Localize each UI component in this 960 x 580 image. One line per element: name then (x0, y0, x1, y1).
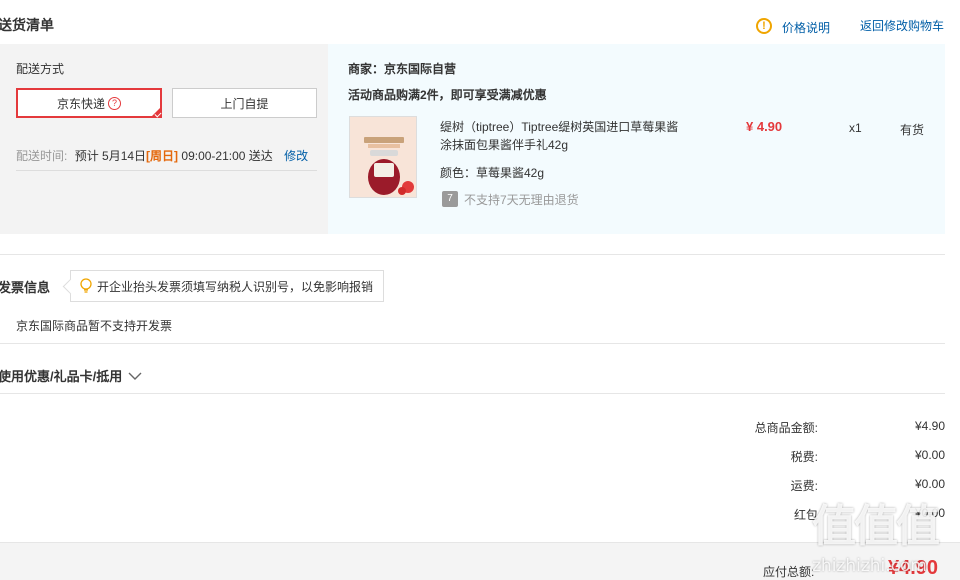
coupon-title: 使用优惠/礼品卡/抵用 (0, 369, 123, 384)
warning-icon: ! (756, 18, 772, 34)
merchant-name: 商家：京东国际自营 (348, 62, 457, 76)
delivery-weekday: [周日] (146, 149, 179, 163)
shipping-option-self-pickup[interactable]: 上门自提 (172, 88, 317, 118)
delivery-time-row: 配送时间: 预计 5月14日[周日] 09:00-21:00 送达 修改 (16, 147, 308, 164)
lightbulb-icon (80, 278, 92, 293)
product-color: 颜色：草莓果酱42g (440, 166, 545, 180)
promo-text: 活动商品购满2件，即可享受满减优惠 (348, 88, 547, 102)
summary-label: 红包 (793, 508, 818, 522)
order-panel: 商家：京东国际自营 活动商品购满2件，即可享受满减优惠 缇树（tiptree）T… (328, 44, 945, 234)
invoice-tip: 开企业抬头发票须填写纳税人识别号，以免影响报销 (70, 270, 385, 302)
invoice-note: 京东国际商品暂不支持开发票 (16, 319, 173, 333)
shipping-panel: 配送方式 京东快递 ? 上门自提 配送时间: 预计 5月14日[周日] 09:0… (0, 44, 328, 234)
product-quantity: x1 (849, 121, 862, 135)
product-price: ¥ 4.90 (746, 119, 783, 134)
coupon-toggle[interactable]: 使用优惠/礼品卡/抵用 (0, 366, 142, 385)
watermark-url: zhizhizhi.com (812, 556, 927, 576)
delivery-time-label: 配送时间: (16, 149, 68, 163)
shipping-option-label: 上门自提 (220, 96, 269, 111)
stock-status: 有货 (900, 123, 925, 137)
product-thumbnail[interactable] (349, 116, 417, 198)
invoice-title: 发票信息 (0, 280, 51, 295)
watermark-logo: 值值值 (812, 501, 940, 552)
edit-delivery-time-link[interactable]: 修改 (284, 149, 308, 163)
shipping-method-label: 配送方式 (16, 62, 65, 76)
help-icon[interactable]: ? (108, 96, 121, 110)
summary-label: 总商品金额: (754, 421, 818, 435)
delivery-date: 预计 5月14日 (74, 149, 147, 163)
summary-row: 总商品金额: ¥4.90 (698, 419, 948, 448)
divider (0, 393, 945, 394)
summary-label: 税费: (790, 450, 818, 464)
summary-value: ¥0.00 (914, 448, 945, 462)
divider (0, 343, 945, 344)
product-name[interactable]: 缇树（tiptree）Tiptree缇树英国进口草莓果酱 涂抹面包果酱伴手礼42… (440, 118, 678, 154)
back-to-cart-link[interactable]: 返回修改购物车 (860, 17, 944, 34)
product-name-line: 缇树（tiptree）Tiptree缇树英国进口草莓果酱 (440, 120, 679, 134)
chevron-down-icon (128, 372, 142, 380)
shipping-option-jd-express[interactable]: 京东快递 ? (16, 88, 162, 118)
delivery-time-range: 09:00-21:00 送达 (181, 149, 273, 163)
summary-value: ¥4.90 (914, 419, 945, 433)
payable-label: 应付总额: (763, 565, 815, 579)
divider (16, 170, 317, 171)
summary-row: 税费: ¥0.00 (698, 448, 948, 477)
selected-check-icon (150, 106, 162, 118)
divider (0, 254, 945, 255)
price-note-link[interactable]: 价格说明 (782, 19, 830, 36)
jam-jar-image (350, 117, 416, 197)
no-return-icon: 7 (442, 191, 458, 207)
page-title: 送货清单 (0, 17, 54, 33)
summary-label: 运费: (790, 479, 818, 493)
shipping-option-label: 京东快递 (56, 96, 105, 111)
invoice-tip-text: 开企业抬头发票须填写纳税人识别号，以免影响报销 (97, 279, 374, 294)
product-name-line: 涂抹面包果酱伴手礼42g (440, 138, 569, 152)
return-policy: 不支持7天无理由退货 (464, 193, 579, 207)
